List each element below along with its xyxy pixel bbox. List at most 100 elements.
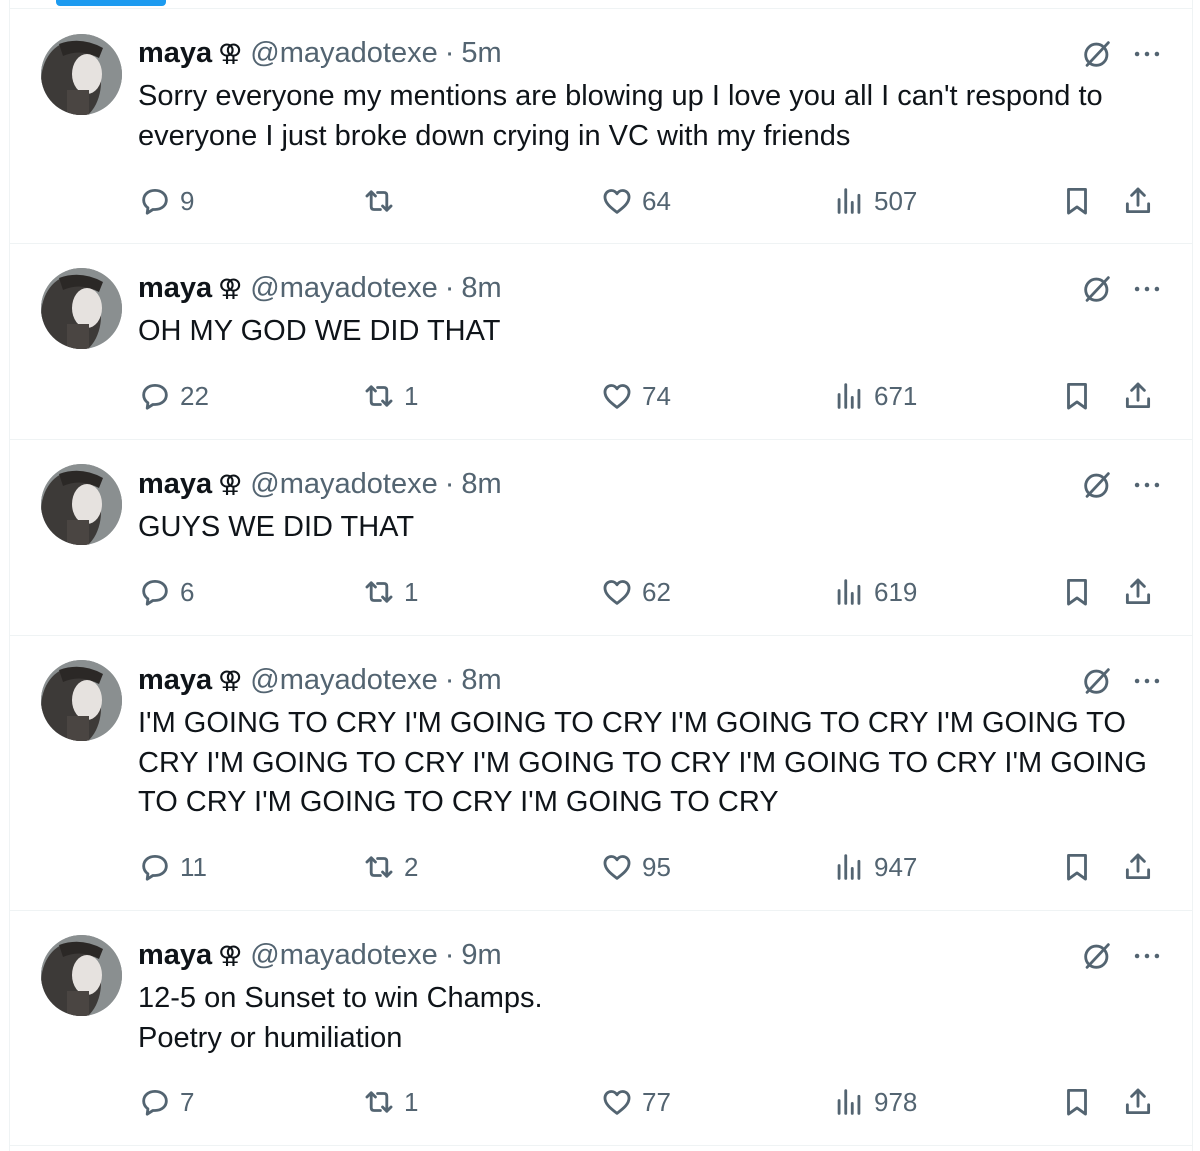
share-icon — [1125, 1088, 1151, 1115]
avatar[interactable] — [41, 935, 122, 1016]
tweet[interactable]: maya ⚢ @mayadotexe · 5m Sorry everyone m… — [10, 9, 1192, 244]
bookmark-button[interactable] — [1060, 376, 1094, 416]
bookmark-button[interactable] — [1060, 1082, 1094, 1122]
tweet-text: Sorry everyone my mentions are blowing u… — [138, 80, 1103, 152]
grok-icon[interactable] — [1080, 664, 1114, 698]
more-icon[interactable] — [1130, 37, 1164, 71]
user-handle[interactable]: @mayadotexe — [250, 37, 437, 70]
tweet-top-icons — [1080, 468, 1164, 502]
retweet-count: 1 — [404, 380, 419, 411]
more-icon[interactable] — [1130, 468, 1164, 502]
bookmark-button[interactable] — [1060, 572, 1094, 612]
grok-icon[interactable] — [1080, 272, 1114, 306]
timestamp[interactable]: 5m — [461, 37, 501, 70]
share-button[interactable] — [1121, 1082, 1155, 1122]
tweet-text: 12-5 on Sunset to win Champs. Poetry or … — [138, 982, 543, 1054]
tweet[interactable]: maya ⚢ @mayadotexe · 9m 12-5 on Sunset t… — [10, 911, 1192, 1146]
views-button[interactable]: 947 — [832, 847, 917, 887]
display-name[interactable]: maya — [138, 37, 212, 70]
tweet-text: I'M GOING TO CRY I'M GOING TO CRY I'M GO… — [138, 707, 1147, 818]
more-icon[interactable] — [1130, 939, 1164, 973]
like-button[interactable]: 64 — [600, 181, 671, 221]
user-handle[interactable]: @mayadotexe — [250, 664, 437, 697]
avatar[interactable] — [41, 464, 122, 545]
views-button[interactable]: 507 — [832, 181, 917, 221]
share-button[interactable] — [1121, 376, 1155, 416]
tweet-text: GUYS WE DID THAT — [138, 511, 415, 543]
bookmark-icon — [1067, 187, 1087, 215]
tweet-top-icons — [1080, 37, 1164, 71]
share-icon — [1125, 578, 1151, 605]
more-icon[interactable] — [1130, 272, 1164, 306]
avatar[interactable] — [41, 268, 122, 349]
user-handle[interactable]: @mayadotexe — [250, 468, 437, 501]
views-button[interactable]: 671 — [832, 376, 917, 416]
timestamp[interactable]: 8m — [461, 468, 501, 501]
bookmark-button[interactable] — [1060, 181, 1094, 221]
display-name[interactable]: maya — [138, 272, 212, 305]
reply-count: 6 — [180, 576, 195, 607]
reply-icon — [142, 1089, 168, 1116]
views-button[interactable]: 619 — [832, 572, 917, 612]
reply-button[interactable]: 7 — [138, 1082, 194, 1122]
timestamp[interactable]: 9m — [461, 939, 501, 972]
tweet[interactable]: maya ⚢ @mayadotexe · 8m OH MY GOD WE DID… — [10, 244, 1192, 440]
view-count: 619 — [874, 576, 918, 607]
share-button[interactable] — [1121, 181, 1155, 221]
views-icon — [837, 188, 861, 214]
user-handle[interactable]: @mayadotexe — [250, 272, 437, 305]
display-name[interactable]: maya — [138, 468, 212, 501]
view-count: 947 — [874, 851, 918, 882]
grok-icon[interactable] — [1080, 468, 1114, 502]
timestamp[interactable]: 8m — [461, 664, 501, 697]
like-button[interactable]: 74 — [600, 376, 671, 416]
like-button[interactable]: 95 — [600, 847, 671, 887]
like-button[interactable]: 62 — [600, 572, 671, 612]
reply-icon — [142, 854, 168, 881]
share-button[interactable] — [1121, 847, 1155, 887]
tweet[interactable]: maya ⚢ @mayadotexe · 8m I'M GOING TO CRY… — [10, 636, 1192, 911]
retweet-icon — [365, 190, 393, 212]
views-icon — [837, 1089, 861, 1115]
tweet-actions: 6 1 62 619 — [138, 572, 1168, 612]
retweet-button[interactable]: 1 — [362, 1082, 418, 1122]
separator-dot: · — [444, 271, 455, 304]
grok-icon[interactable] — [1080, 939, 1114, 973]
bookmark-button[interactable] — [1060, 847, 1094, 887]
heart-icon — [603, 189, 631, 214]
retweet-button[interactable]: 1 — [362, 572, 418, 612]
tweet[interactable]: maya ⚢ @mayadotexe · 8m GUYS WE DID THAT… — [10, 440, 1192, 636]
retweet-button[interactable]: 2 — [362, 847, 418, 887]
user-handle[interactable]: @mayadotexe — [250, 939, 437, 972]
views-icon — [837, 854, 861, 880]
avatar[interactable] — [41, 660, 122, 741]
name-symbol: ⚢ — [218, 39, 243, 67]
retweet-icon — [365, 385, 393, 407]
retweet-button[interactable] — [362, 181, 404, 221]
display-name[interactable]: maya — [138, 939, 212, 972]
retweet-icon — [365, 1091, 393, 1113]
views-icon — [837, 383, 861, 409]
timestamp[interactable]: 8m — [461, 272, 501, 305]
grok-icon[interactable] — [1080, 37, 1114, 71]
retweet-count: 1 — [404, 1086, 419, 1117]
tweet-header: maya ⚢ @mayadotexe · 8m — [138, 660, 502, 700]
share-button[interactable] — [1121, 572, 1155, 612]
name-symbol: ⚢ — [218, 274, 243, 302]
reply-button[interactable]: 9 — [138, 181, 194, 221]
reply-button[interactable]: 11 — [138, 847, 207, 887]
reply-button[interactable]: 6 — [138, 572, 194, 612]
views-button[interactable]: 978 — [832, 1082, 917, 1122]
like-button[interactable]: 77 — [600, 1082, 671, 1122]
name-symbol: ⚢ — [218, 941, 243, 969]
retweet-button[interactable]: 1 — [362, 376, 418, 416]
display-name[interactable]: maya — [138, 664, 212, 697]
avatar[interactable] — [41, 34, 122, 115]
separator-dot: · — [444, 938, 455, 971]
more-icon[interactable] — [1130, 664, 1164, 698]
share-icon — [1125, 382, 1151, 409]
tweet-actions: 9 64 507 — [138, 181, 1168, 221]
reply-button[interactable]: 22 — [138, 376, 209, 416]
like-count: 77 — [642, 1086, 671, 1117]
reply-count: 22 — [180, 380, 209, 411]
